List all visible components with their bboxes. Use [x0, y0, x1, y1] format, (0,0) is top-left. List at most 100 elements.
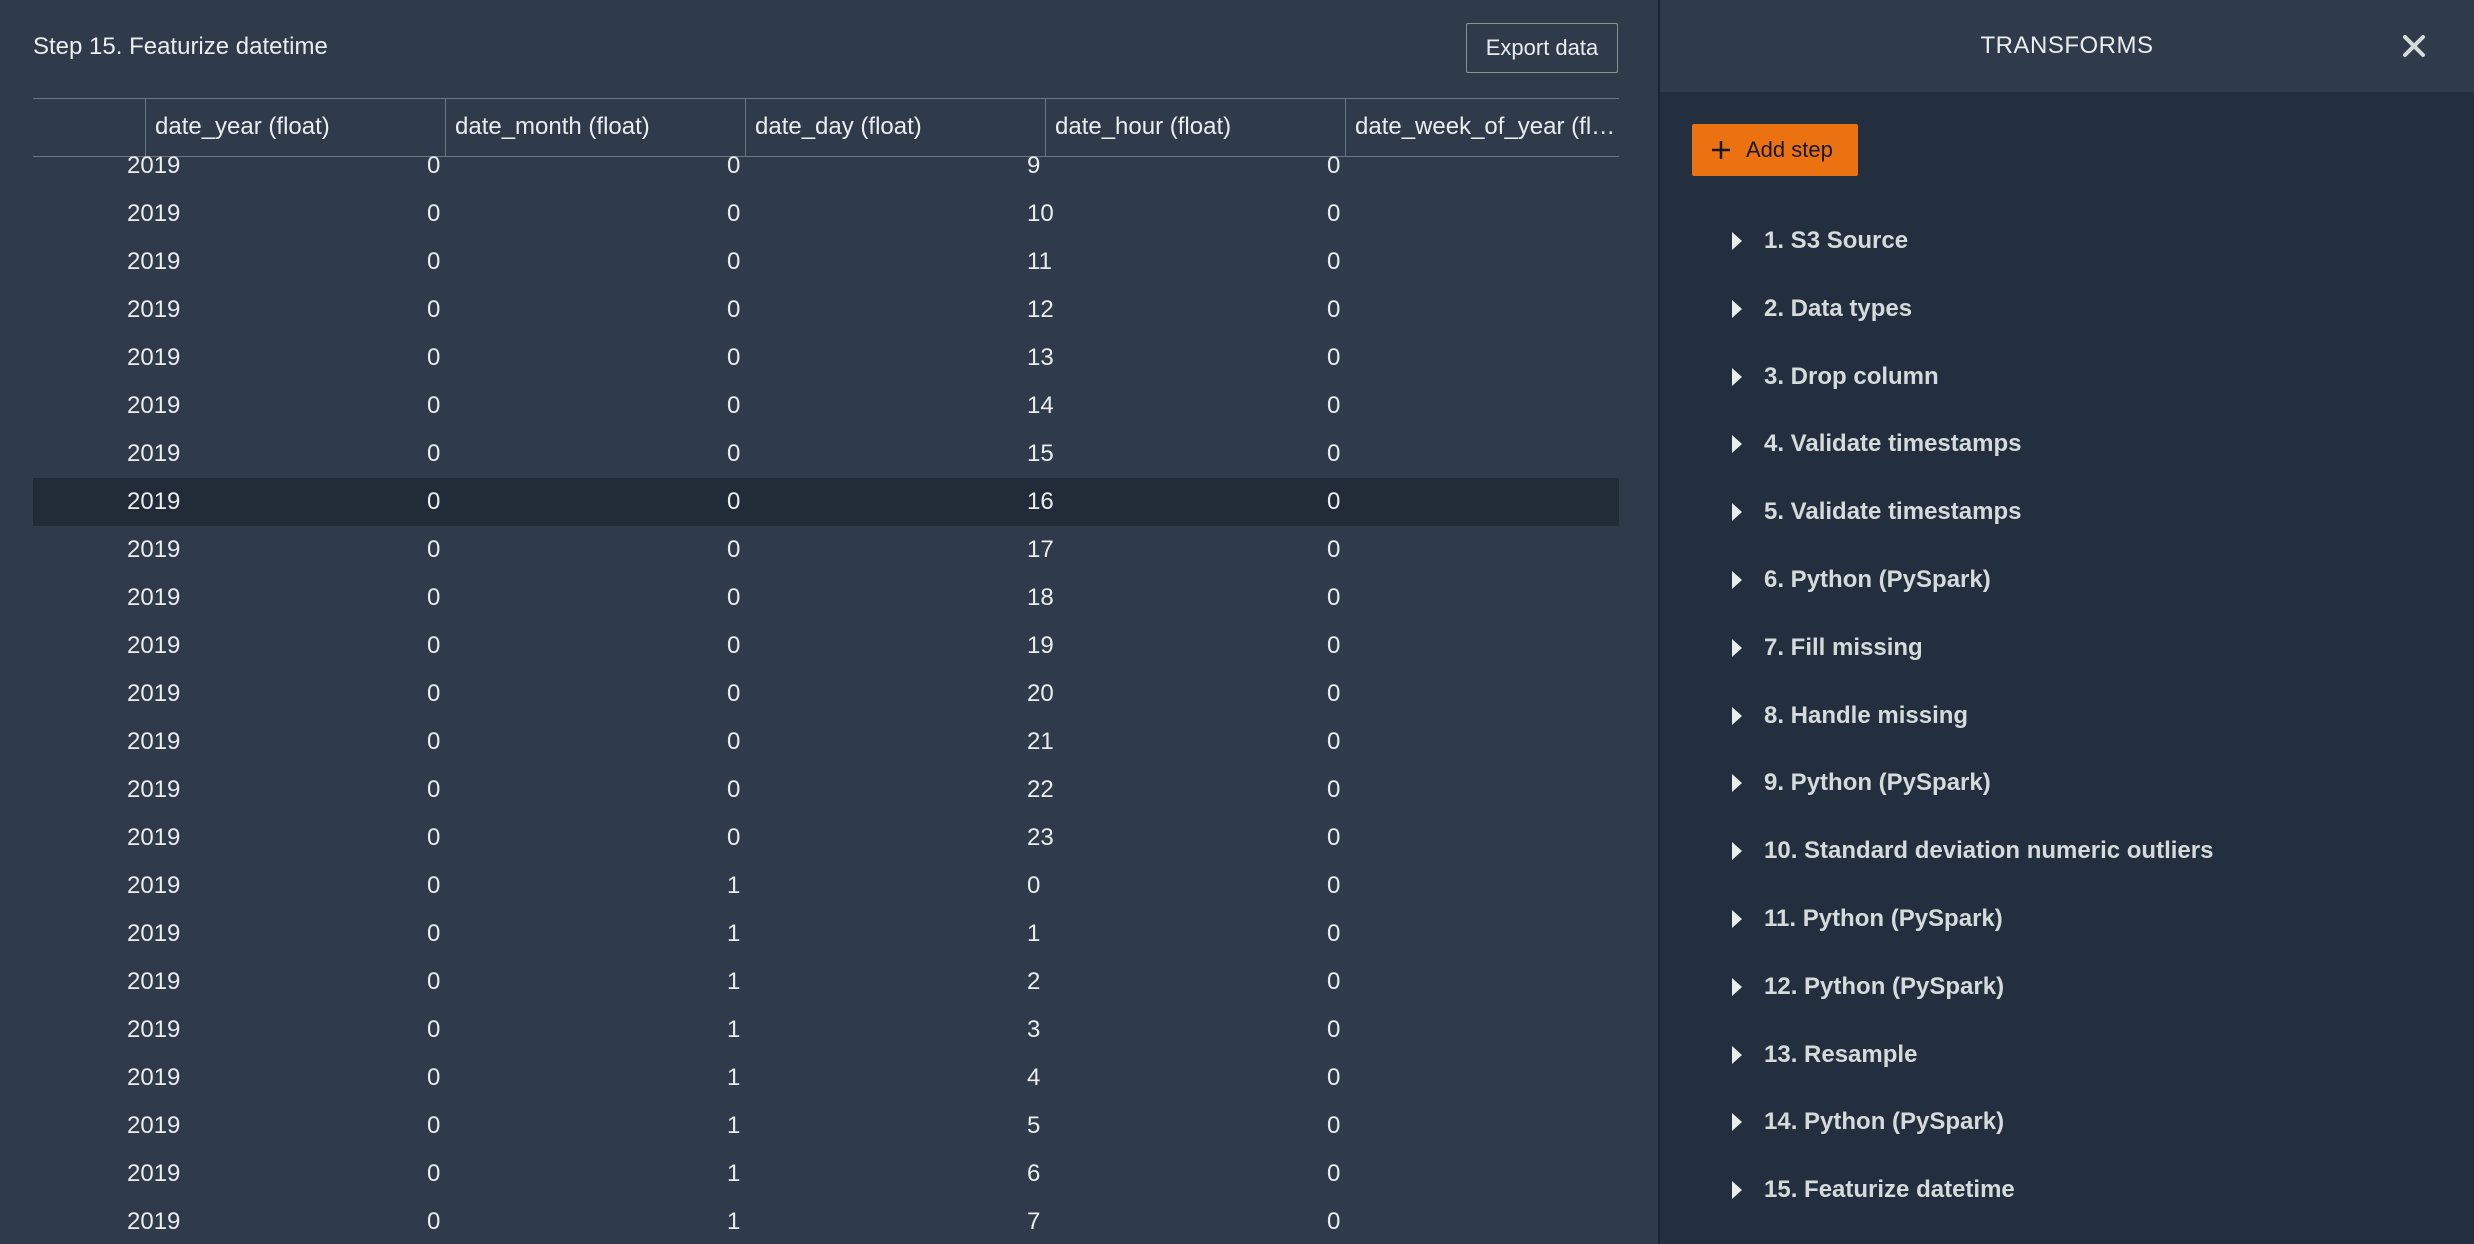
table-row[interactable]: 2019 0 1 3 0 [33, 1006, 1619, 1054]
table-row[interactable]: 2019 0 0 20 0 [33, 670, 1619, 718]
transform-step-item[interactable]: 11. Python (PySpark) [1732, 897, 2452, 941]
cell-date-hour: 3 [1027, 1016, 1041, 1043]
transform-step-item[interactable]: 15. Featurize datetime [1732, 1168, 2452, 1212]
cell-date-year: 2019 [127, 728, 181, 755]
table-row[interactable]: 2019 0 0 12 0 [33, 286, 1619, 334]
cell-date-week-of-year: 0 [1327, 920, 1341, 947]
table-row[interactable]: 2019 0 1 1 0 [33, 910, 1619, 958]
cell-date-week-of-year: 0 [1327, 1160, 1341, 1187]
transforms-header: TRANSFORMS [1660, 0, 2474, 92]
cell-date-day: 0 [727, 488, 741, 515]
transform-step-item[interactable]: 14. Python (PySpark) [1732, 1100, 2452, 1144]
cell-date-year: 2019 [127, 248, 181, 275]
table-row[interactable]: 2019 0 0 22 0 [33, 766, 1619, 814]
transform-step-label: 2. Data types [1764, 294, 1913, 322]
transform-step-label: 10. Standard deviation numeric outliers [1764, 837, 2214, 865]
cell-date-week-of-year: 0 [1327, 968, 1341, 995]
cell-date-day: 0 [727, 200, 741, 227]
table-row[interactable]: 2019 0 1 4 0 [33, 1054, 1619, 1102]
table-row[interactable]: 2019 0 0 16 0 [33, 478, 1619, 526]
table-row[interactable]: 2019 0 1 6 0 [33, 1150, 1619, 1198]
cell-date-day: 1 [727, 1016, 741, 1043]
add-step-button[interactable]: Add step [1692, 124, 1858, 176]
transform-step-label: 15. Featurize datetime [1764, 1176, 2015, 1204]
cell-date-week-of-year: 0 [1327, 440, 1341, 467]
cell-date-year: 2019 [127, 632, 181, 659]
transform-step-label: 4. Validate timestamps [1764, 430, 2022, 458]
cell-date-day: 0 [727, 584, 741, 611]
cell-date-month: 0 [427, 152, 441, 179]
transform-step-item[interactable]: 2. Data types [1732, 287, 2452, 331]
cell-date-day: 1 [727, 872, 741, 899]
cell-date-week-of-year: 0 [1327, 584, 1341, 611]
table-row[interactable]: 2019 0 0 14 0 [33, 382, 1619, 430]
cell-date-week-of-year: 0 [1327, 872, 1341, 899]
cell-date-week-of-year: 0 [1327, 1112, 1341, 1139]
transform-step-item[interactable]: 13. Resample [1732, 1033, 2452, 1077]
transform-step-item[interactable]: 9. Python (PySpark) [1732, 761, 2452, 805]
transform-step-item[interactable]: 5. Validate timestamps [1732, 490, 2452, 534]
table-row[interactable]: 2019 0 0 10 0 [33, 190, 1619, 238]
cell-date-week-of-year: 0 [1327, 296, 1341, 323]
transform-step-item[interactable]: 7. Fill missing [1732, 626, 2452, 670]
cell-date-day: 1 [727, 920, 741, 947]
cell-date-hour: 2 [1027, 968, 1041, 995]
transform-step-item[interactable]: 10. Standard deviation numeric outliers [1732, 829, 2452, 873]
cell-date-hour: 23 [1027, 824, 1054, 851]
cell-date-month: 0 [427, 392, 441, 419]
cell-date-day: 0 [727, 728, 741, 755]
cell-date-hour: 7 [1027, 1208, 1041, 1235]
transform-step-item[interactable]: 3. Drop column [1732, 355, 2452, 399]
table-row[interactable]: 2019 0 0 11 0 [33, 238, 1619, 286]
cell-date-week-of-year: 0 [1327, 776, 1341, 803]
cell-date-day: 0 [727, 632, 741, 659]
cell-date-year: 2019 [127, 1064, 181, 1091]
table-row[interactable]: 2019 0 0 23 0 [33, 814, 1619, 862]
table-row[interactable]: 2019 0 0 13 0 [33, 334, 1619, 382]
table-row[interactable]: 2019 0 1 7 0 [33, 1198, 1619, 1244]
table-row[interactable]: 2019 0 0 9 0 [33, 142, 1619, 190]
transform-step-item[interactable]: 6. Python (PySpark) [1732, 558, 2452, 602]
cell-date-month: 0 [427, 440, 441, 467]
caret-right-icon [1732, 910, 1742, 928]
close-icon[interactable] [2390, 22, 2438, 70]
table-row[interactable]: 2019 0 0 21 0 [33, 718, 1619, 766]
transform-step-label: 12. Python (PySpark) [1764, 972, 2005, 1000]
cell-date-day: 0 [727, 680, 741, 707]
caret-right-icon [1732, 299, 1742, 318]
table-row[interactable]: 2019 0 1 5 0 [33, 1102, 1619, 1150]
cell-date-month: 0 [427, 776, 441, 803]
table-row[interactable]: 2019 0 1 2 0 [33, 958, 1619, 1006]
caret-right-icon [1732, 638, 1742, 657]
data-grid[interactable]: date_year (float) date_month (float) dat… [33, 98, 1619, 1244]
table-row[interactable]: 2019 0 0 19 0 [33, 622, 1619, 670]
cell-date-year: 2019 [127, 920, 181, 947]
table-row[interactable]: 2019 0 0 17 0 [33, 526, 1619, 574]
cell-date-hour: 19 [1027, 632, 1054, 659]
transform-step-item[interactable]: 8. Handle missing [1732, 694, 2452, 738]
cell-date-week-of-year: 0 [1327, 152, 1341, 179]
cell-date-day: 1 [727, 1064, 741, 1091]
caret-right-icon [1732, 1181, 1742, 1200]
cell-date-week-of-year: 0 [1327, 200, 1341, 227]
caret-right-icon [1732, 706, 1742, 725]
transform-step-item[interactable]: 1. S3 Source [1732, 219, 2452, 263]
cell-date-week-of-year: 0 [1327, 488, 1341, 515]
cell-date-day: 1 [727, 1208, 741, 1235]
table-row[interactable]: 2019 0 1 0 0 [33, 862, 1619, 910]
cell-date-month: 0 [427, 680, 441, 707]
caret-right-icon [1732, 571, 1742, 589]
cell-date-day: 0 [727, 248, 741, 275]
export-data-button[interactable]: Export data [1466, 23, 1618, 73]
transform-step-item[interactable]: 12. Python (PySpark) [1732, 965, 2452, 1009]
table-row[interactable]: 2019 0 0 15 0 [33, 430, 1619, 478]
transforms-panel: TRANSFORMS Add step 1. S3 Source 2. Data … [1660, 0, 2474, 1244]
plus-icon [1712, 141, 1730, 159]
transform-step-item[interactable]: 4. Validate timestamps [1732, 422, 2452, 466]
cell-date-day: 0 [727, 296, 741, 323]
cell-date-year: 2019 [127, 1112, 181, 1139]
cell-date-month: 0 [427, 872, 441, 899]
table-row[interactable]: 2019 0 0 18 0 [33, 574, 1619, 622]
cell-date-day: 1 [727, 1160, 741, 1187]
cell-date-hour: 22 [1027, 776, 1054, 803]
